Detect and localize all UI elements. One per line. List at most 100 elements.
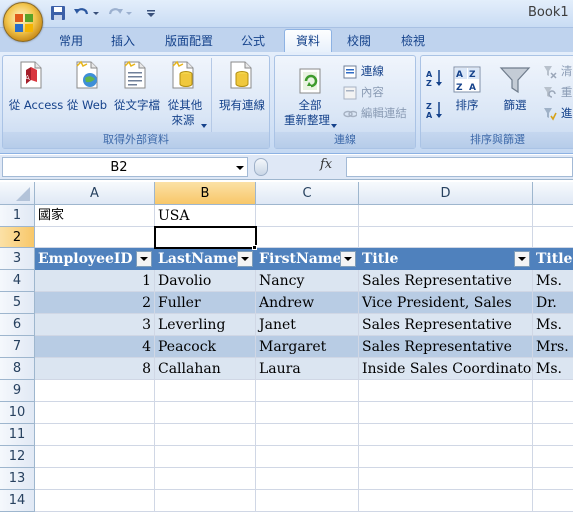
from-other-dropdown-icon[interactable] [201,118,207,128]
row-header-7[interactable]: 7 [0,336,35,358]
table-cell[interactable]: 8 [35,358,155,380]
column-header-b[interactable]: B [155,182,256,205]
sort-descending-icon[interactable]: ZA [426,100,444,123]
cell-e1[interactable] [533,205,573,227]
selected-cell-b2[interactable] [154,226,257,249]
cell-c2[interactable] [256,227,359,248]
redo-icon[interactable] [106,5,124,23]
edit-links-button[interactable]: 編輯連結 [343,104,417,122]
sort-ascending-icon[interactable]: AZ [426,68,444,91]
table-cell[interactable]: 3 [35,314,155,336]
properties-button[interactable]: 內容 [343,83,413,101]
row-header-5[interactable]: 5 [0,292,35,314]
from-other-sources-label-2[interactable]: 來源 [163,113,203,128]
table-cell[interactable]: Nancy [256,270,359,292]
column-header-d[interactable]: D [359,182,533,205]
sort-button[interactable]: 排序 [449,98,485,113]
clear-filter-button[interactable]: 清 [543,62,573,80]
from-other-sources-label-1[interactable]: 從其他 [163,98,207,113]
table-cell[interactable]: Sales Representative [359,314,533,336]
row-header-13[interactable]: 13 [0,468,35,490]
table-cell[interactable]: Inside Sales Coordinator [359,358,533,380]
tab-formulas[interactable]: 公式 [232,30,274,52]
cell-e2[interactable] [533,227,573,248]
table-cell[interactable]: Ms. [533,314,573,336]
from-text-button[interactable]: 從文字檔 [111,98,163,113]
cell-c1[interactable] [256,205,359,227]
row-header-9[interactable]: 9 [0,380,35,402]
table-cell[interactable]: Dr. [533,292,573,314]
table-cell[interactable]: Leverling [155,314,256,336]
table-cell[interactable]: Margaret [256,336,359,358]
row-header-6[interactable]: 6 [0,314,35,336]
table-cell[interactable]: Fuller [155,292,256,314]
table-cell[interactable]: Peacock [155,336,256,358]
formula-input[interactable] [346,157,573,177]
row-header-11[interactable]: 11 [0,424,35,446]
table-cell[interactable]: 4 [35,336,155,358]
table-cell[interactable]: Sales Representative [359,336,533,358]
customize-toolbar-icon[interactable] [146,5,164,23]
expand-handle-icon[interactable] [254,158,268,176]
select-all-corner[interactable] [0,182,35,205]
insert-function-button[interactable]: fx [320,157,332,172]
row-header-2[interactable]: 2 [0,227,35,248]
column-header-e[interactable] [533,182,573,205]
from-text-icon [121,60,149,93]
table-cell[interactable]: Vice President, Sales [359,292,533,314]
filter-dropdown-icon[interactable] [514,251,530,267]
empty-cells[interactable] [35,380,573,512]
cell-a2[interactable] [35,227,155,248]
cell-b1[interactable]: USA [155,205,256,227]
name-box[interactable]: B2 [2,157,248,177]
tab-view[interactable]: 檢視 [392,30,434,52]
from-web-button[interactable]: 從 Web [65,98,109,113]
tab-insert[interactable]: 插入 [102,30,144,52]
table-cell[interactable]: Callahan [155,358,256,380]
filter-dropdown-icon[interactable] [340,251,356,267]
connections-button[interactable]: 連線 [343,62,413,80]
cell-a1[interactable]: 國家 [35,205,155,227]
row-header-10[interactable]: 10 [0,402,35,424]
row-header-14[interactable]: 14 [0,490,35,512]
office-button[interactable] [3,2,43,42]
table-cell[interactable]: Davolio [155,270,256,292]
undo-icon[interactable] [73,5,91,23]
filter-dropdown-icon[interactable] [237,251,253,267]
filter-dropdown-icon[interactable] [136,251,152,267]
existing-connections-button[interactable]: 現有連線 [215,98,269,113]
table-cell[interactable]: Ms. [533,358,573,380]
table-cell[interactable]: Janet [256,314,359,336]
column-header-a[interactable]: A [35,182,155,205]
refresh-dropdown-icon[interactable] [331,118,337,128]
cell-d2[interactable] [359,227,533,248]
table-cell[interactable]: Mrs. [533,336,573,358]
row-header-12[interactable]: 12 [0,446,35,468]
refresh-all-label-1[interactable]: 全部 [285,98,335,113]
fill-handle[interactable] [252,245,257,250]
table-cell[interactable]: 2 [35,292,155,314]
row-header-4[interactable]: 4 [0,270,35,292]
refresh-all-label-2[interactable]: 重新整理 [279,113,335,128]
table-cell[interactable]: Sales Representative [359,270,533,292]
row-header-1[interactable]: 1 [0,205,35,227]
table-cell[interactable]: Laura [256,358,359,380]
name-box-dropdown-icon[interactable] [236,158,244,185]
tab-page-layout[interactable]: 版面配置 [158,30,220,52]
tab-data[interactable]: 資料 [284,29,332,53]
advanced-filter-button[interactable]: 進 [543,104,573,122]
table-cell[interactable]: 1 [35,270,155,292]
tab-review[interactable]: 校閱 [338,30,380,52]
save-icon[interactable] [50,5,68,23]
filter-button[interactable]: 篩選 [495,98,535,113]
redo-dropdown-icon[interactable] [125,5,143,23]
row-header-8[interactable]: 8 [0,358,35,380]
from-access-button[interactable]: 從 Access [7,98,65,113]
table-cell[interactable]: Andrew [256,292,359,314]
column-header-c[interactable]: C [256,182,359,205]
reapply-button[interactable]: 重 [543,83,573,101]
row-header-3[interactable]: 3 [0,248,35,270]
cell-d1[interactable] [359,205,533,227]
table-cell[interactable]: Ms. [533,270,573,292]
tab-home[interactable]: 常用 [50,30,92,52]
